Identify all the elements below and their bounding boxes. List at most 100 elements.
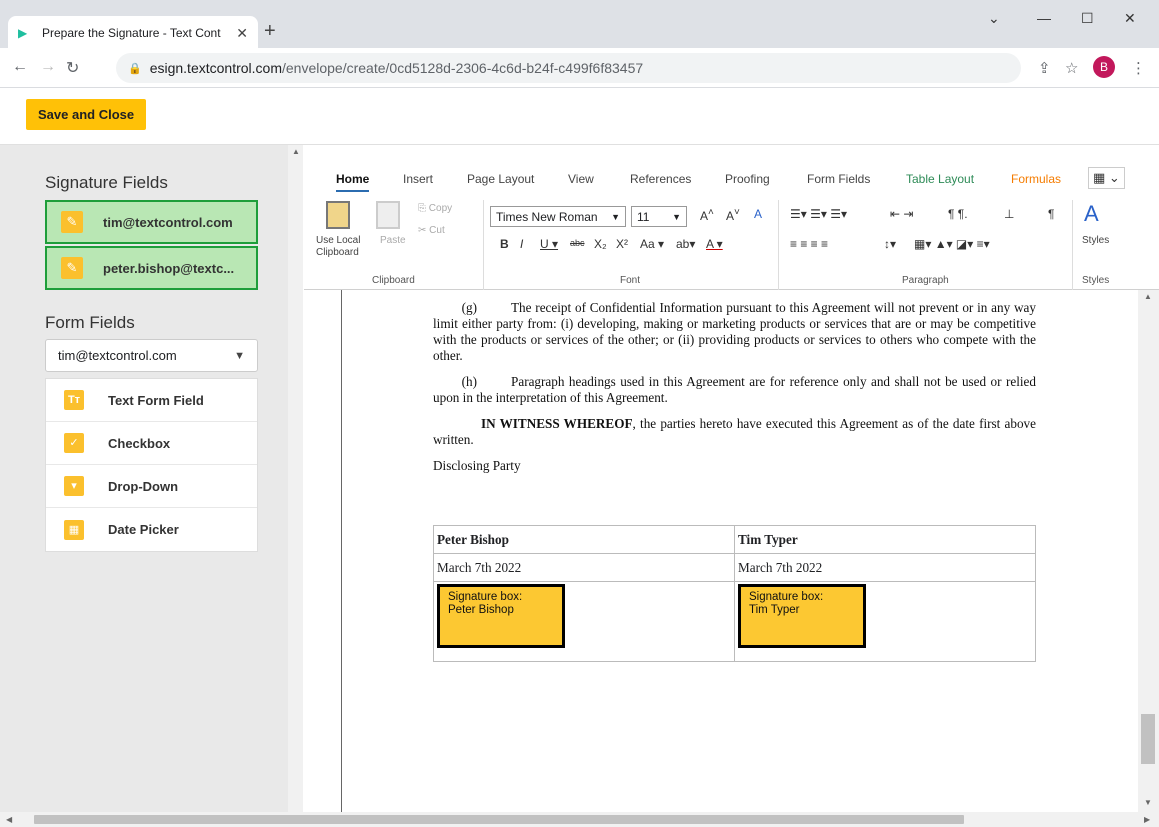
superscript-icon[interactable]: X² (616, 237, 628, 251)
tab-search-icon[interactable]: ⌄ (988, 10, 1000, 27)
form-field-checkbox[interactable]: ✓ Checkbox (46, 422, 257, 465)
paragraph-text: Paragraph headings used in this Agreemen… (433, 374, 1036, 405)
maximize-button[interactable]: ☐ (1081, 10, 1094, 27)
omnibox[interactable]: 🔒 esign.textcontrol.com/envelope/create/… (116, 53, 1021, 83)
signature-field-label: peter.bishop@textc... (103, 260, 235, 276)
tab-view[interactable]: View (568, 172, 594, 186)
font-group-label: Font (620, 275, 641, 286)
address-bar-row: ← → ↻ 🔒 esign.textcontrol.com/envelope/c… (0, 48, 1159, 88)
share-icon[interactable]: ⇪ (1038, 59, 1051, 77)
tab-formulas[interactable]: Formulas (1011, 172, 1061, 186)
paragraph-h: (h) Paragraph headings used in this Agree… (433, 374, 1036, 406)
styles-button-label[interactable]: Styles (1082, 235, 1109, 246)
form-field-list: Tт Text Form Field ✓ Checkbox ▾ Drop-Dow… (45, 378, 258, 552)
scroll-up-icon[interactable]: ▲ (1144, 292, 1152, 301)
signature-box-tim[interactable]: Signature box: Tim Typer (738, 584, 866, 648)
tab-close-icon[interactable]: ✕ (236, 25, 248, 42)
chevron-down-icon: ▼ (611, 211, 620, 222)
align-icons[interactable]: ≡ ≡ ≡ ≡ (790, 237, 828, 251)
bookmark-star-icon[interactable]: ☆ (1065, 59, 1078, 77)
back-icon[interactable]: ← (12, 58, 28, 76)
change-case-icon[interactable]: Aa ▾ (640, 237, 664, 251)
tab-references[interactable]: References (630, 172, 691, 186)
vertical-scroll-thumb[interactable] (1141, 714, 1155, 764)
bullets-icon[interactable]: ☰▾ ☰▾ ☰▾ (790, 207, 847, 221)
paragraph-marker: (g) (461, 300, 477, 315)
table-cell[interactable]: Tim Typer (734, 525, 1036, 554)
window-close-button[interactable]: ✕ (1124, 10, 1136, 27)
scroll-down-icon[interactable]: ▼ (1144, 798, 1152, 807)
page-margin-line (341, 290, 342, 812)
paste-icon[interactable] (376, 201, 400, 229)
signature-field-tim[interactable]: ✎ tim@textcontrol.com (45, 200, 258, 244)
tab-title: Prepare the Signature - Text Cont (42, 26, 221, 40)
borders-icon[interactable]: ▦▾ ▲▾ ◪▾ ≡▾ (914, 237, 990, 251)
tab-page-layout[interactable]: Page Layout (467, 172, 534, 186)
cut-button[interactable]: ✂ Cut (418, 225, 445, 236)
sidebar-scrollbar[interactable]: ▲ (288, 145, 303, 812)
italic-icon[interactable]: I (520, 237, 523, 251)
save-and-close-button[interactable]: Save and Close (26, 99, 147, 130)
grow-font-icon[interactable]: A˄ (700, 207, 714, 223)
profile-avatar[interactable]: B (1093, 56, 1115, 78)
clipboard-icon[interactable] (326, 201, 350, 229)
underline-icon[interactable]: U ▾ (540, 237, 558, 251)
table-cell[interactable]: Peter Bishop (433, 525, 735, 554)
font-size-select[interactable]: 11 ▼ (631, 206, 687, 227)
tab-mark-icon[interactable]: ⊥ (1004, 207, 1014, 221)
font-name-select[interactable]: Times New Roman ▼ (490, 206, 626, 227)
lock-icon: 🔒 (128, 62, 142, 75)
highlight-color-icon[interactable]: ab▾ (676, 237, 695, 251)
font-color-icon[interactable]: A ▾ (706, 237, 723, 251)
shrink-font-icon[interactable]: A˅ (726, 207, 740, 223)
styles-icon[interactable]: A (1084, 201, 1099, 227)
signer-select[interactable]: tim@textcontrol.com ▼ (45, 339, 258, 372)
minimize-button[interactable]: — (1037, 10, 1051, 26)
clipboard-group-label: Clipboard (372, 275, 415, 286)
chevron-down-icon: ▼ (672, 211, 681, 222)
indent-icon[interactable]: ⇤ ⇥ (890, 207, 913, 221)
tab-insert[interactable]: Insert (403, 172, 433, 186)
paste-label[interactable]: Paste (380, 235, 406, 246)
bold-icon[interactable]: B (500, 237, 509, 251)
horizontal-scroll-thumb[interactable] (34, 815, 964, 824)
copy-button[interactable]: ⎘ Copy (418, 203, 452, 214)
ribbon-separator (483, 200, 484, 290)
clipboard-label[interactable]: Clipboard (316, 247, 359, 258)
table-cell[interactable]: March 7th 2022 (734, 553, 1036, 582)
witness-paragraph: IN WITNESS WHEREOF, the parties hereto h… (433, 416, 1036, 448)
url-text: esign.textcontrol.com/envelope/create/0c… (149, 60, 644, 76)
tab-home[interactable]: Home (336, 172, 370, 192)
scroll-right-icon[interactable]: ▶ (1144, 815, 1150, 824)
line-spacing-icon[interactable]: ↕▾ (884, 237, 896, 251)
table-cell[interactable]: March 7th 2022 (433, 553, 735, 582)
form-field-dropdown[interactable]: ▾ Drop-Down (46, 465, 257, 508)
form-field-date-picker[interactable]: ▦ Date Picker (46, 508, 257, 551)
scroll-left-icon[interactable]: ◀ (6, 815, 12, 824)
chevron-down-icon: ▼ (234, 349, 245, 362)
tab-proofing[interactable]: Proofing (725, 172, 770, 186)
use-local-label[interactable]: Use Local (316, 235, 360, 246)
menu-kebab-icon[interactable]: ⋮ (1131, 59, 1146, 77)
ribbon-options-icon[interactable]: ▦ ⌄ (1088, 167, 1125, 189)
form-field-label: Date Picker (108, 522, 179, 537)
pilcrow-icon[interactable]: ¶ (1048, 207, 1054, 221)
clear-format-icon[interactable]: A (754, 207, 762, 221)
tab-form-fields[interactable]: Form Fields (807, 172, 870, 186)
scroll-up-icon[interactable]: ▲ (292, 147, 300, 156)
signature-field-peter[interactable]: ✎ peter.bishop@textc... (45, 246, 258, 290)
document-body[interactable]: (g) The receipt of Confidential Informati… (433, 300, 1036, 484)
strikethrough-icon[interactable]: abc (570, 238, 585, 248)
form-field-text[interactable]: Tт Text Form Field (46, 379, 257, 422)
reload-icon[interactable]: ↻ (66, 58, 79, 78)
styles-group-label: Styles (1082, 275, 1110, 286)
tab-table-layout[interactable]: Table Layout (906, 172, 974, 186)
paragraph-marks-icon[interactable]: ¶ ¶. (948, 207, 968, 221)
signer-select-value: tim@textcontrol.com (58, 348, 177, 363)
pen-icon: ✎ (61, 211, 83, 233)
subscript-icon[interactable]: X₂ (594, 237, 607, 251)
new-tab-button[interactable]: + (264, 20, 276, 43)
browser-tab[interactable]: ▶ Prepare the Signature - Text Cont ✕ (8, 16, 258, 50)
forward-icon[interactable]: → (40, 58, 56, 76)
signature-box-peter[interactable]: Signature box: Peter Bishop (437, 584, 565, 648)
